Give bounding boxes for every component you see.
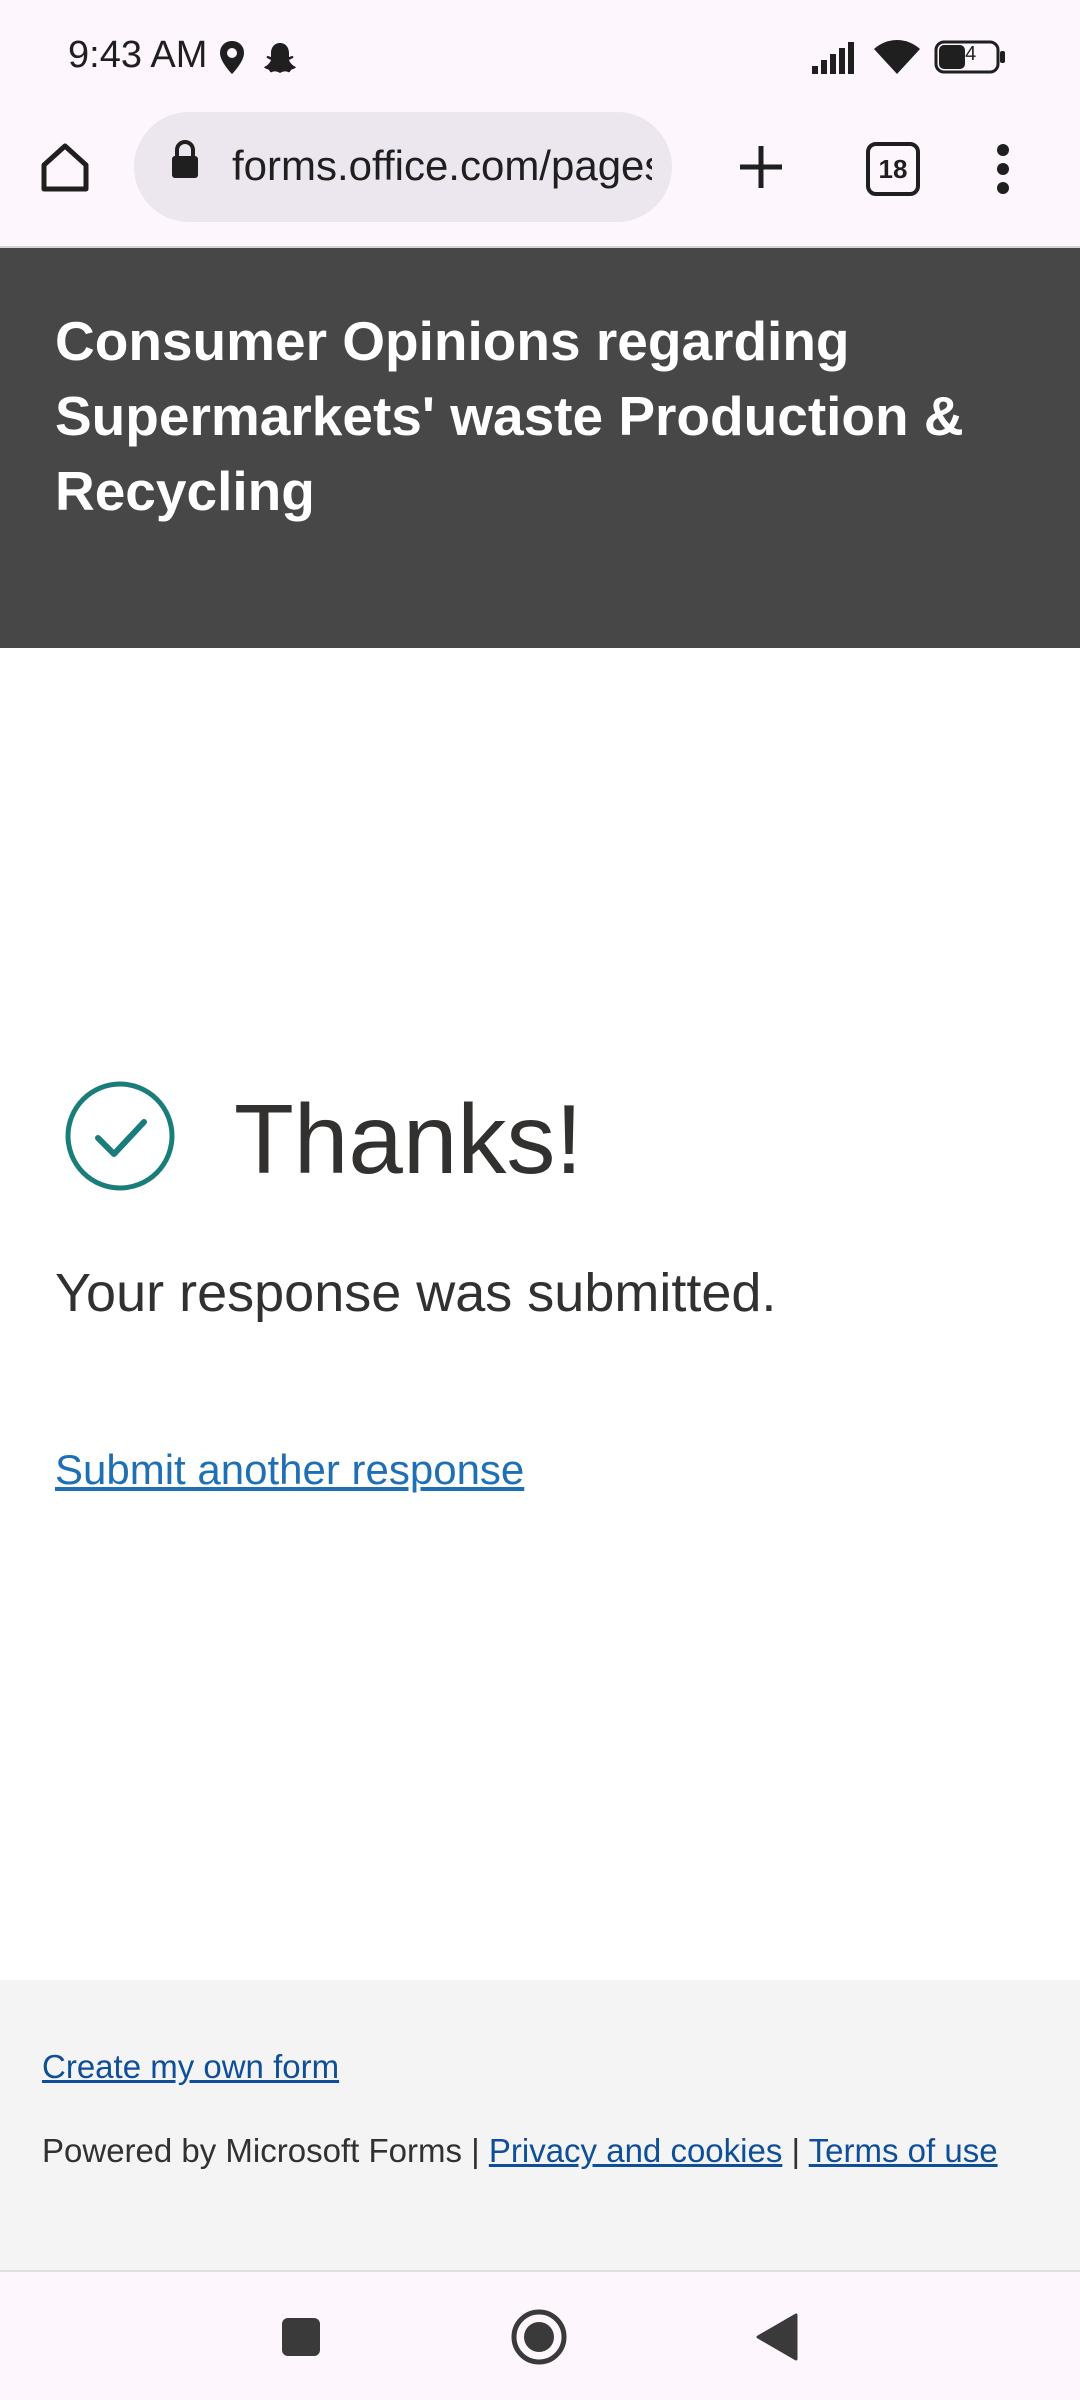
home-nav-button[interactable] [510,2308,568,2366]
tab-switcher-button[interactable]: 18 [854,130,932,208]
form-footer: Create my own form Powered by Microsoft … [0,1980,1080,2272]
form-header: Consumer Opinions regarding Supermarkets… [0,248,1080,648]
battery-icon: 44 [934,40,1006,79]
menu-button[interactable] [964,130,1042,208]
url-text: forms.office.com/pages/responsepage.aspx [232,142,652,189]
circle-icon [511,2309,567,2365]
location-icon [218,40,246,81]
square-icon [282,2318,320,2356]
plus-icon [740,146,782,188]
status-bar: 9:43 AM 44 [0,0,1080,110]
signal-icon [812,40,860,79]
recents-button[interactable] [278,2314,324,2360]
check-circle-icon [64,1080,176,1197]
address-bar[interactable]: forms.office.com/pages/responsepage.aspx [134,112,672,222]
battery-level: 44 [954,43,977,65]
privacy-link[interactable]: Privacy and cookies [489,2132,782,2169]
terms-link[interactable]: Terms of use [809,2132,998,2169]
triangle-back-icon [756,2313,798,2361]
new-tab-button[interactable] [722,128,800,206]
footer-separator: | [791,2132,801,2169]
snapchat-icon [262,40,298,81]
submitted-message: Your response was submitted. [55,1263,777,1323]
thanks-heading: Thanks! [234,1084,583,1194]
home-icon [41,143,89,192]
navigation-bar [0,2272,1080,2400]
create-form-link[interactable]: Create my own form [42,2048,339,2086]
submit-another-link[interactable]: Submit another response [55,1446,524,1494]
more-vert-icon [997,144,1009,194]
form-title: Consumer Opinions regarding Supermarkets… [55,310,964,522]
status-time: 9:43 AM [68,34,208,76]
tab-count: 18 [878,153,908,184]
lock-icon [170,140,200,185]
wifi-icon [872,38,922,81]
footer-links: Powered by Microsoft Forms | Privacy and… [42,2132,998,2170]
browser-toolbar: forms.office.com/pages/responsepage.aspx… [0,110,1080,248]
back-button[interactable] [754,2312,800,2362]
home-button[interactable] [26,128,104,206]
tab-count-icon: 18 [866,142,920,196]
powered-by-text: Powered by Microsoft Forms | [42,2132,480,2169]
